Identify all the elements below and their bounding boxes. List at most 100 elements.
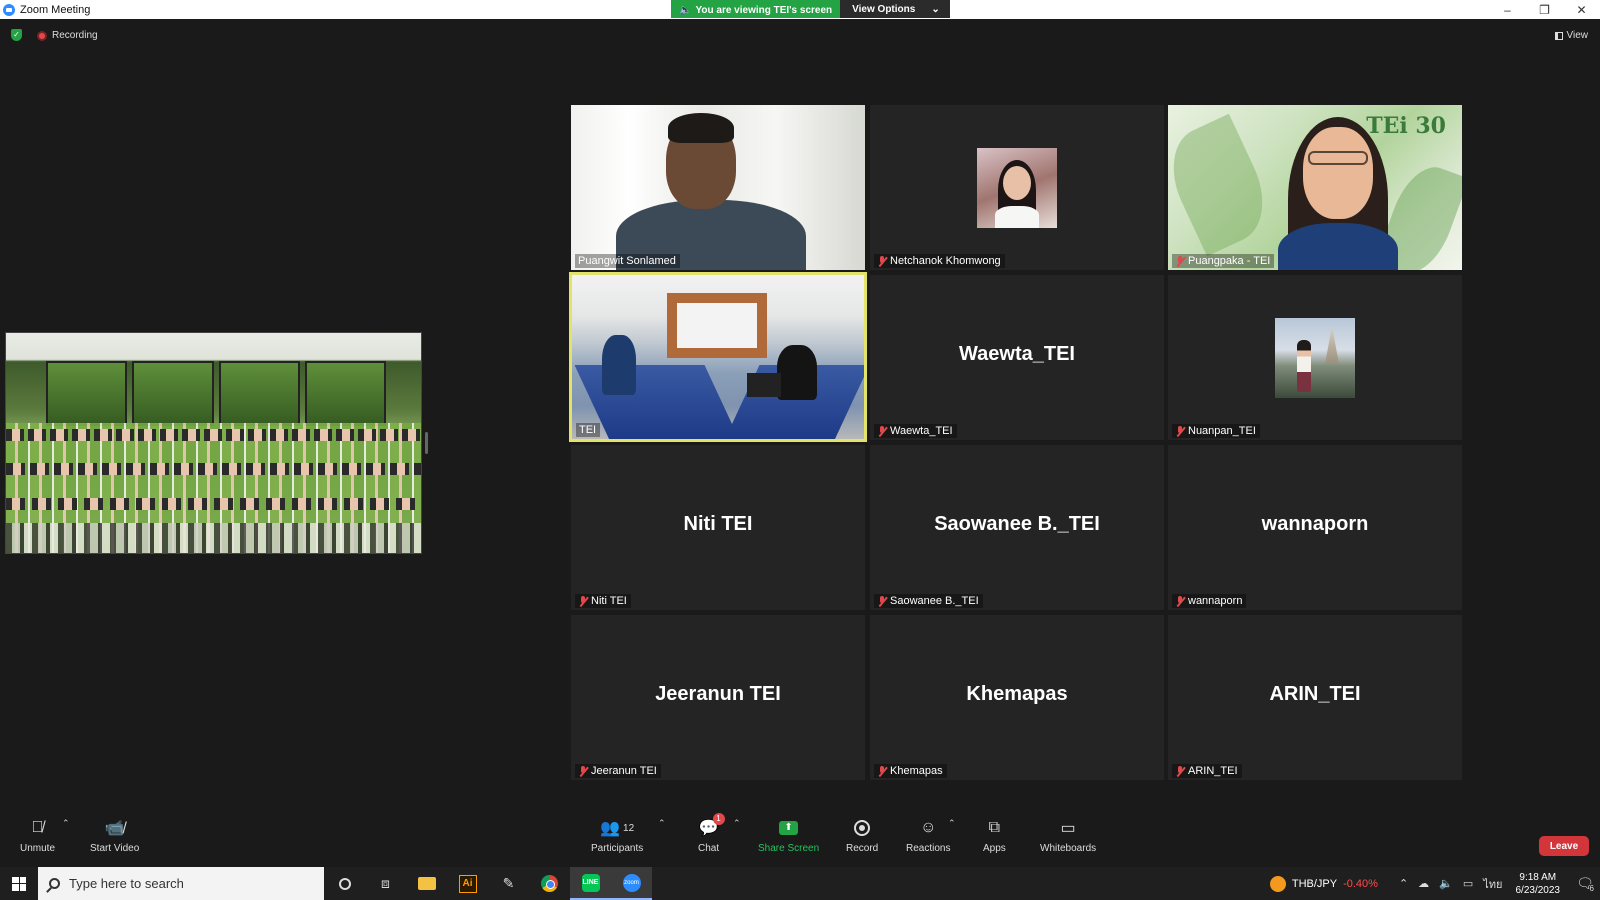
video-tile-tei-active-speaker[interactable]: TEI (569, 272, 867, 442)
profile-picture-face (1003, 166, 1031, 200)
chevron-down-icon: ⌄ (931, 3, 940, 15)
whiteboards-label: Whiteboards (1040, 843, 1097, 854)
apps-button[interactable]: ⧉ Apps (983, 817, 1006, 854)
chrome-button[interactable] (529, 867, 570, 900)
participant-name: ARIN_TEI (1188, 765, 1238, 777)
participant-display-name: ARIN_TEI (1269, 683, 1361, 705)
video-tile-jeeranun[interactable]: Jeeranun TEI Jeeranun TEI (571, 615, 865, 780)
participant-display-name: Saowanee B._TEI (934, 513, 1100, 535)
taskbar-search-box[interactable]: Type here to search (38, 867, 324, 900)
cloud-sync-icon[interactable]: ☁ (1418, 877, 1429, 890)
currency-change: -0.40% (1343, 877, 1378, 890)
system-clock[interactable]: 9:18 AM 6/23/2023 (1516, 871, 1561, 897)
taskbar-apps: ⧈ Ai ✎ LINE zoom (324, 867, 652, 900)
network-icon[interactable]: ▭ (1463, 877, 1473, 890)
participants-options-chevron-icon[interactable]: ⌃ (658, 818, 666, 829)
recording-dot-icon (37, 30, 47, 41)
video-tile-khemapas[interactable]: Khemapas Khemapas (870, 615, 1164, 780)
shared-photo-windows (46, 361, 386, 426)
search-placeholder: Type here to search (69, 876, 184, 891)
view-options-button[interactable]: View Options ⌄ (840, 0, 950, 18)
video-tile-wannaporn[interactable]: wannaporn wannaporn (1168, 445, 1462, 610)
leave-button[interactable]: Leave (1539, 836, 1589, 856)
participant-display-name: wannaporn (1261, 513, 1369, 535)
window-title: Zoom Meeting (20, 3, 91, 16)
shared-screen-content[interactable] (5, 332, 422, 554)
security-shield-icon[interactable]: ✓ (11, 29, 22, 41)
zoom-app-button[interactable]: zoom (611, 867, 652, 900)
participant-name-label: Niti TEI (575, 594, 631, 608)
mic-muted-icon (877, 765, 887, 777)
currency-coin-icon (1269, 875, 1286, 892)
input-language[interactable]: ไทย (1483, 875, 1502, 893)
start-button[interactable] (0, 867, 38, 900)
start-video-button[interactable]: 📹̸ Start Video (90, 817, 139, 854)
notification-count: 6 (1589, 884, 1594, 893)
video-tile-nuanpan[interactable]: Nuanpan_TEI (1168, 275, 1462, 440)
mic-muted-icon (1175, 595, 1185, 607)
video-tile-niti[interactable]: Niti TEI Niti TEI (571, 445, 865, 610)
folder-icon (417, 877, 436, 890)
windows-logo-icon (12, 876, 26, 891)
mic-muted-icon (1175, 425, 1185, 437)
participant-display-name: Waewta_TEI (959, 343, 1075, 365)
participants-button[interactable]: 👥 12 Participants (591, 817, 643, 854)
restore-button[interactable]: ❐ (1526, 0, 1563, 19)
whiteboard-icon: ▭ (1060, 820, 1076, 837)
video-off-icon: 📹̸ (104, 820, 125, 837)
apps-label: Apps (983, 843, 1006, 854)
notification-center-button[interactable]: 🗨 6 (1570, 867, 1600, 900)
chat-options-chevron-icon[interactable]: ⌃ (733, 818, 741, 829)
participant-display-name: Niti TEI (683, 513, 753, 535)
file-explorer-button[interactable] (406, 867, 447, 900)
cortana-button[interactable] (324, 867, 365, 900)
video-tile-arin[interactable]: ARIN_TEI ARIN_TEI (1168, 615, 1462, 780)
unmute-button[interactable]: 🎙̸ Unmute (20, 817, 55, 854)
start-video-label: Start Video (90, 843, 140, 854)
profile-picture (977, 148, 1057, 228)
record-button[interactable]: Record (846, 817, 878, 854)
video-tile-saowanee[interactable]: Saowanee B._TEI Saowanee B._TEI (870, 445, 1164, 610)
chat-button[interactable]: 💬 1 Chat (698, 813, 725, 854)
video-tile-netchanok[interactable]: Netchanok Khomwong (870, 105, 1164, 270)
reactions-button[interactable]: ☺ Reactions (906, 817, 950, 854)
shared-photo-row (6, 429, 421, 441)
task-view-button[interactable]: ⧈ (365, 867, 406, 900)
volume-icon[interactable]: 🔈 (1439, 877, 1453, 890)
chat-label: Chat (698, 843, 720, 854)
profile-picture-shirt (995, 206, 1039, 228)
apps-icon: ⧉ (988, 819, 1001, 836)
cortana-icon (338, 877, 351, 890)
search-icon (49, 878, 60, 889)
illustrator-button[interactable]: Ai (447, 867, 488, 900)
chevron-up-icon[interactable]: ⌃ (1399, 877, 1408, 890)
participant-name: Nuanpan_TEI (1188, 425, 1256, 437)
view-button[interactable]: View (1554, 30, 1589, 41)
room-laptop (747, 373, 781, 397)
share-screen-button[interactable]: ⬆ Share Screen (758, 817, 819, 854)
participant-name: TEI (579, 424, 597, 436)
reactions-smiley-icon: ☺ (920, 819, 937, 836)
line-app-button[interactable]: LINE (570, 867, 611, 900)
participant-name-label: Netchanok Khomwong (874, 254, 1005, 268)
view-label: View (1566, 30, 1589, 41)
minimize-button[interactable]: – (1489, 0, 1526, 19)
room-person (777, 345, 817, 400)
recording-indicator[interactable]: Recording (37, 30, 98, 41)
reactions-options-chevron-icon[interactable]: ⌃ (948, 818, 956, 829)
window-controls: – ❐ ✕ (1489, 0, 1600, 19)
participant-name: Puangwit Sonlamed (578, 255, 676, 267)
audio-options-chevron-icon[interactable]: ⌃ (62, 818, 70, 829)
currency-widget[interactable]: THB/JPY -0.40% (1269, 875, 1378, 892)
split-view-handle[interactable] (425, 432, 428, 454)
whiteboards-button[interactable]: ▭ Whiteboards (1040, 817, 1096, 854)
chat-icon: 💬 1 (699, 813, 725, 839)
close-button[interactable]: ✕ (1563, 0, 1600, 19)
app-launcher-button[interactable]: ✎ (488, 867, 529, 900)
video-tile-waewta[interactable]: Waewta_TEI Waewta_TEI (870, 275, 1164, 440)
participant-name-label: Waewta_TEI (874, 424, 957, 438)
video-tile-puangpaka[interactable]: TEi 30 Puangpaka - TEI (1168, 105, 1462, 270)
participant-display-name: Jeeranun TEI (655, 683, 781, 705)
line-icon: LINE (581, 873, 600, 892)
video-tile-puangwit[interactable]: Puangwit Sonlamed (571, 105, 865, 270)
